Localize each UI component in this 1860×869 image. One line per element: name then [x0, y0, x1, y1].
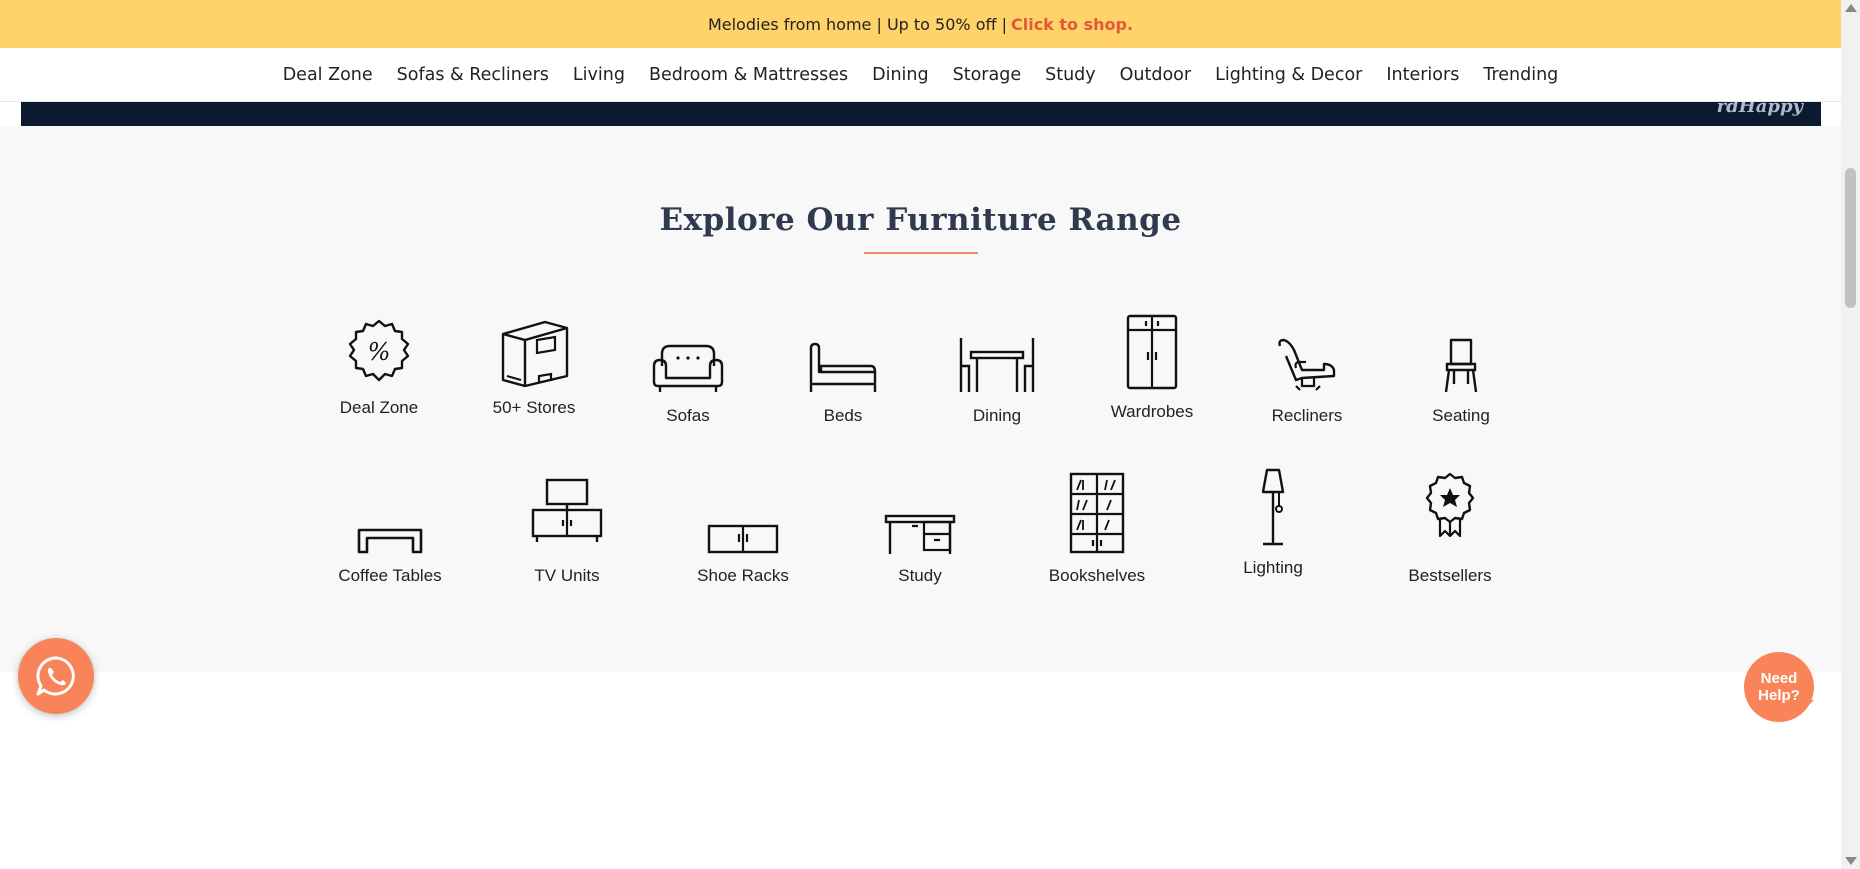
category-label: Study [898, 566, 942, 585]
percent-badge-icon: % [348, 319, 410, 382]
scrollbar-thumb[interactable] [1845, 168, 1856, 308]
category-label: Coffee Tables [338, 566, 442, 585]
lamp-icon [1261, 468, 1285, 546]
category-tv-units[interactable]: TV Units [492, 476, 642, 586]
nav-item-deal-zone[interactable]: Deal Zone [271, 65, 385, 85]
svg-text:%: % [368, 338, 391, 366]
category-bestsellers[interactable]: Bestsellers [1375, 470, 1525, 586]
category-label: Deal Zone [339, 398, 419, 417]
help-line-1: Need [1760, 670, 1798, 687]
explore-section: Explore Our Furniture Range % Deal Zone … [0, 126, 1841, 672]
nav-item-study[interactable]: Study [1033, 65, 1108, 85]
category-label: Bestsellers [1408, 566, 1492, 585]
help-line-2: Help? [1758, 687, 1800, 704]
category-label: Sofas [666, 406, 710, 425]
category-coffee-tables[interactable]: Coffee Tables [315, 496, 465, 586]
category-dining[interactable]: Dining [922, 332, 1072, 426]
whatsapp-icon [36, 656, 75, 696]
category-label: Seating [1432, 406, 1490, 425]
nav-item-trending[interactable]: Trending [1471, 65, 1570, 85]
title-underline [864, 252, 978, 254]
dining-icon [959, 338, 1035, 392]
category-label: Recliners [1271, 406, 1343, 425]
section-title: Explore Our Furniture Range [659, 202, 1182, 238]
nav-item-interiors[interactable]: Interiors [1374, 65, 1471, 85]
main-nav: Deal Zone Sofas & Recliners Living Bedro… [0, 48, 1841, 102]
category-stores[interactable]: 50+ Stores [459, 318, 609, 418]
category-sofas[interactable]: Sofas [613, 336, 763, 426]
scroll-up-arrow-icon[interactable] [1845, 4, 1857, 12]
coffee-table-icon [357, 528, 423, 554]
banner-script-text: rdHappy [1716, 102, 1803, 117]
category-bookshelves[interactable]: Bookshelves [1022, 470, 1172, 586]
tv-unit-icon [531, 478, 603, 542]
nav-item-dining[interactable]: Dining [860, 65, 941, 85]
wardrobe-icon [1126, 314, 1178, 390]
category-label: Lighting [1243, 558, 1303, 577]
study-desk-icon [884, 514, 956, 554]
category-recliners[interactable]: Recliners [1232, 336, 1382, 426]
category-deal-zone[interactable]: % Deal Zone [304, 318, 454, 418]
scroll-down-arrow-icon[interactable] [1845, 857, 1857, 865]
nav-item-lighting-decor[interactable]: Lighting & Decor [1203, 65, 1374, 85]
nav-item-outdoor[interactable]: Outdoor [1108, 65, 1203, 85]
bestseller-badge-icon [1425, 472, 1475, 538]
page-scrollbar[interactable] [1841, 0, 1860, 869]
recliner-icon [1278, 338, 1336, 391]
category-label: Beds [823, 406, 863, 425]
nav-item-living[interactable]: Living [561, 65, 637, 85]
promo-shop-link[interactable]: Click to shop. [1011, 15, 1133, 34]
category-label: Bookshelves [1048, 566, 1146, 585]
shoe-rack-icon [707, 524, 779, 554]
hero-banner[interactable]: rdHappy [21, 102, 1821, 126]
nav-item-bedroom-mattresses[interactable]: Bedroom & Mattresses [637, 65, 860, 85]
category-label: Wardrobes [1110, 402, 1194, 421]
category-label: Shoe Racks [697, 566, 789, 585]
category-study[interactable]: Study [845, 496, 995, 586]
category-label: 50+ Stores [492, 398, 576, 417]
need-help-button[interactable]: Need Help? [1744, 652, 1814, 722]
category-beds[interactable]: Beds [768, 336, 918, 426]
category-seating[interactable]: Seating [1386, 336, 1536, 426]
whatsapp-button[interactable] [18, 638, 94, 714]
nav-item-sofas-recliners[interactable]: Sofas & Recliners [385, 65, 561, 85]
bookshelf-icon [1069, 472, 1125, 554]
category-label: Dining [972, 406, 1022, 425]
store-icon [501, 320, 569, 388]
category-wardrobes[interactable]: Wardrobes [1077, 312, 1227, 422]
nav-item-storage[interactable]: Storage [941, 65, 1033, 85]
chair-icon [1444, 338, 1478, 393]
category-lighting[interactable]: Lighting [1198, 466, 1348, 578]
bed-icon [809, 342, 877, 392]
promo-text: Melodies from home | Up to 50% off | [707, 14, 1007, 34]
sofa-icon [652, 344, 724, 392]
promo-bar: Melodies from home | Up to 50% off | Cli… [0, 0, 1841, 48]
category-shoe-racks[interactable]: Shoe Racks [668, 496, 818, 586]
category-label: TV Units [534, 566, 600, 585]
